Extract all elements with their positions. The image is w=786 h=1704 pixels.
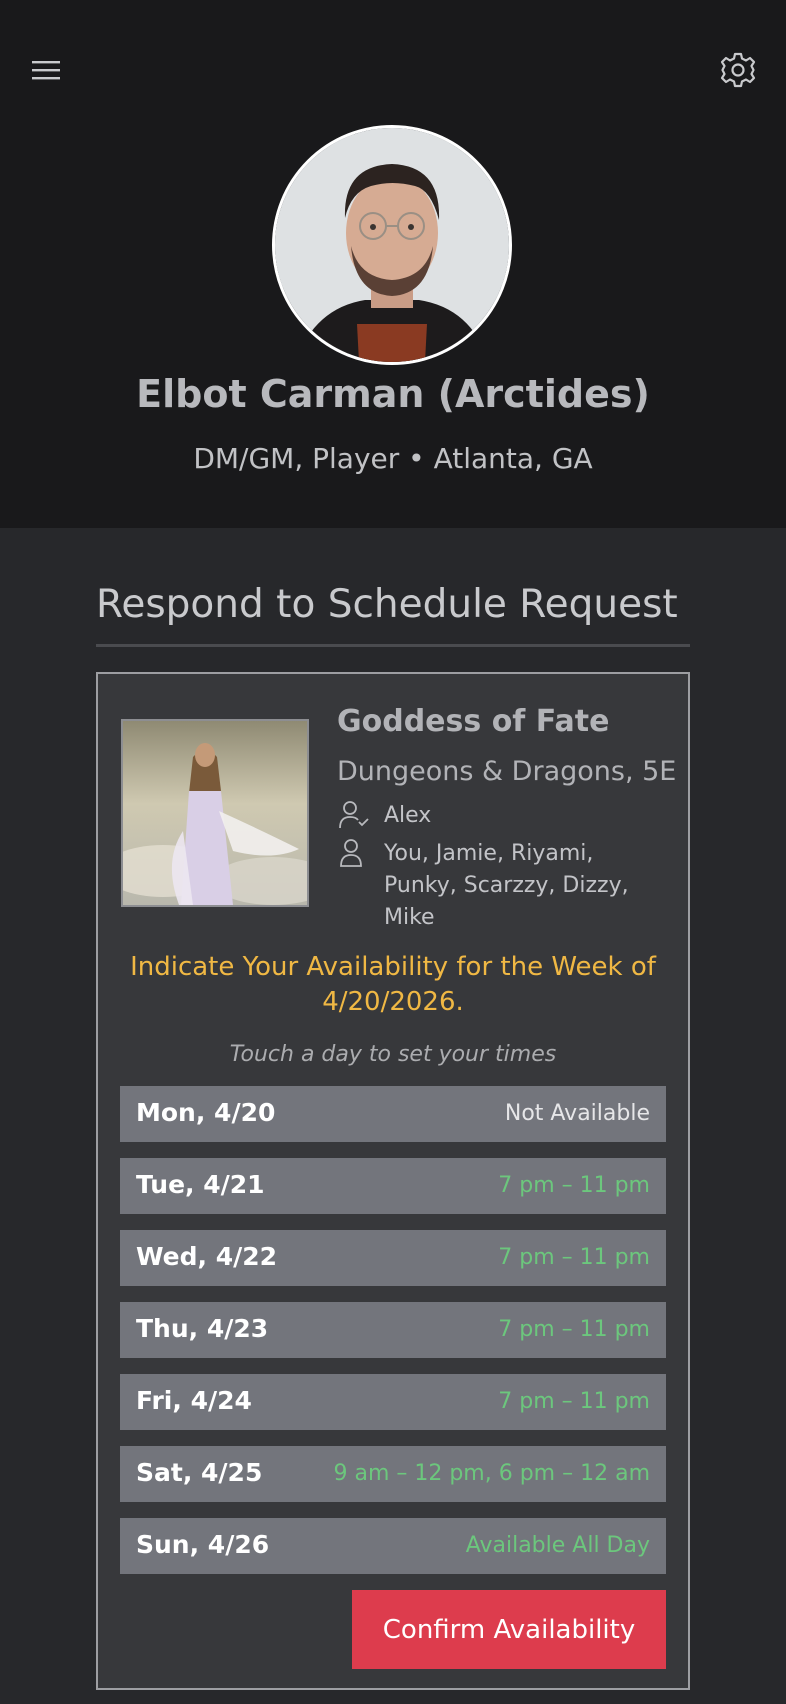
- schedule-request-card: Goddess of Fate Dungeons & Dragons, 5E A…: [96, 672, 690, 1690]
- players-list: You, Jamie, Riyami, Punky, Scarzzy, Dizz…: [384, 841, 629, 930]
- day-row-mon[interactable]: Mon, 4/20 Not Available: [120, 1086, 666, 1142]
- profile-photo: [275, 128, 509, 362]
- user-check-icon: [339, 801, 369, 829]
- confirm-availability-button[interactable]: Confirm Availability: [352, 1590, 666, 1669]
- day-label: Thu, 4/23: [136, 1314, 269, 1343]
- day-times: 7 pm – 11 pm: [498, 1389, 650, 1414]
- day-times: 7 pm – 11 pm: [498, 1173, 650, 1198]
- game-system: Dungeons & Dragons, 5E: [337, 756, 677, 787]
- game-cover-image: [121, 719, 309, 907]
- profile-roles-location: DM/GM, Player • Atlanta, GA: [193, 442, 593, 475]
- day-label: Mon, 4/20: [136, 1098, 276, 1127]
- day-label: Wed, 4/22: [136, 1242, 278, 1271]
- gear-icon: [720, 52, 756, 88]
- day-row-fri[interactable]: Fri, 4/24 7 pm – 11 pm: [120, 1374, 666, 1430]
- day-row-thu[interactable]: Thu, 4/23 7 pm – 11 pm: [120, 1302, 666, 1358]
- dm-name: Alex: [384, 803, 432, 828]
- availability-hint: Touch a day to set your times: [229, 1042, 557, 1067]
- profile-header: Elbot Carman (Arctides) DM/GM, Player • …: [0, 0, 786, 528]
- day-row-tue[interactable]: Tue, 4/21 7 pm – 11 pm: [120, 1158, 666, 1214]
- day-times: 7 pm – 11 pm: [498, 1245, 650, 1270]
- title-divider: [96, 644, 690, 647]
- game-cover-art: [123, 721, 307, 905]
- settings-button[interactable]: [718, 50, 758, 90]
- day-label: Fri, 4/24: [136, 1386, 252, 1415]
- day-times: Not Available: [504, 1101, 650, 1126]
- day-label: Sat, 4/25: [136, 1458, 263, 1487]
- availability-prompt: Indicate Your Availability for the Week …: [130, 952, 656, 1017]
- day-times: Available All Day: [465, 1533, 650, 1558]
- user-icon: [340, 839, 362, 867]
- day-row-sun[interactable]: Sun, 4/26 Available All Day: [120, 1518, 666, 1574]
- menu-button[interactable]: [30, 56, 66, 86]
- profile-name: Elbot Carman (Arctides): [136, 372, 650, 416]
- page-title: Respond to Schedule Request: [96, 582, 678, 627]
- day-label: Sun, 4/26: [136, 1530, 270, 1559]
- hamburger-menu-icon: [32, 61, 60, 80]
- day-times: 9 am – 12 pm, 6 pm – 12 am: [333, 1461, 650, 1486]
- avatar: [272, 125, 512, 365]
- day-times: 7 pm – 11 pm: [498, 1317, 650, 1342]
- day-row-sat[interactable]: Sat, 4/25 9 am – 12 pm, 6 pm – 12 am: [120, 1446, 666, 1502]
- game-title: Goddess of Fate: [337, 704, 610, 739]
- day-row-wed[interactable]: Wed, 4/22 7 pm – 11 pm: [120, 1230, 666, 1286]
- day-label: Tue, 4/21: [136, 1170, 265, 1199]
